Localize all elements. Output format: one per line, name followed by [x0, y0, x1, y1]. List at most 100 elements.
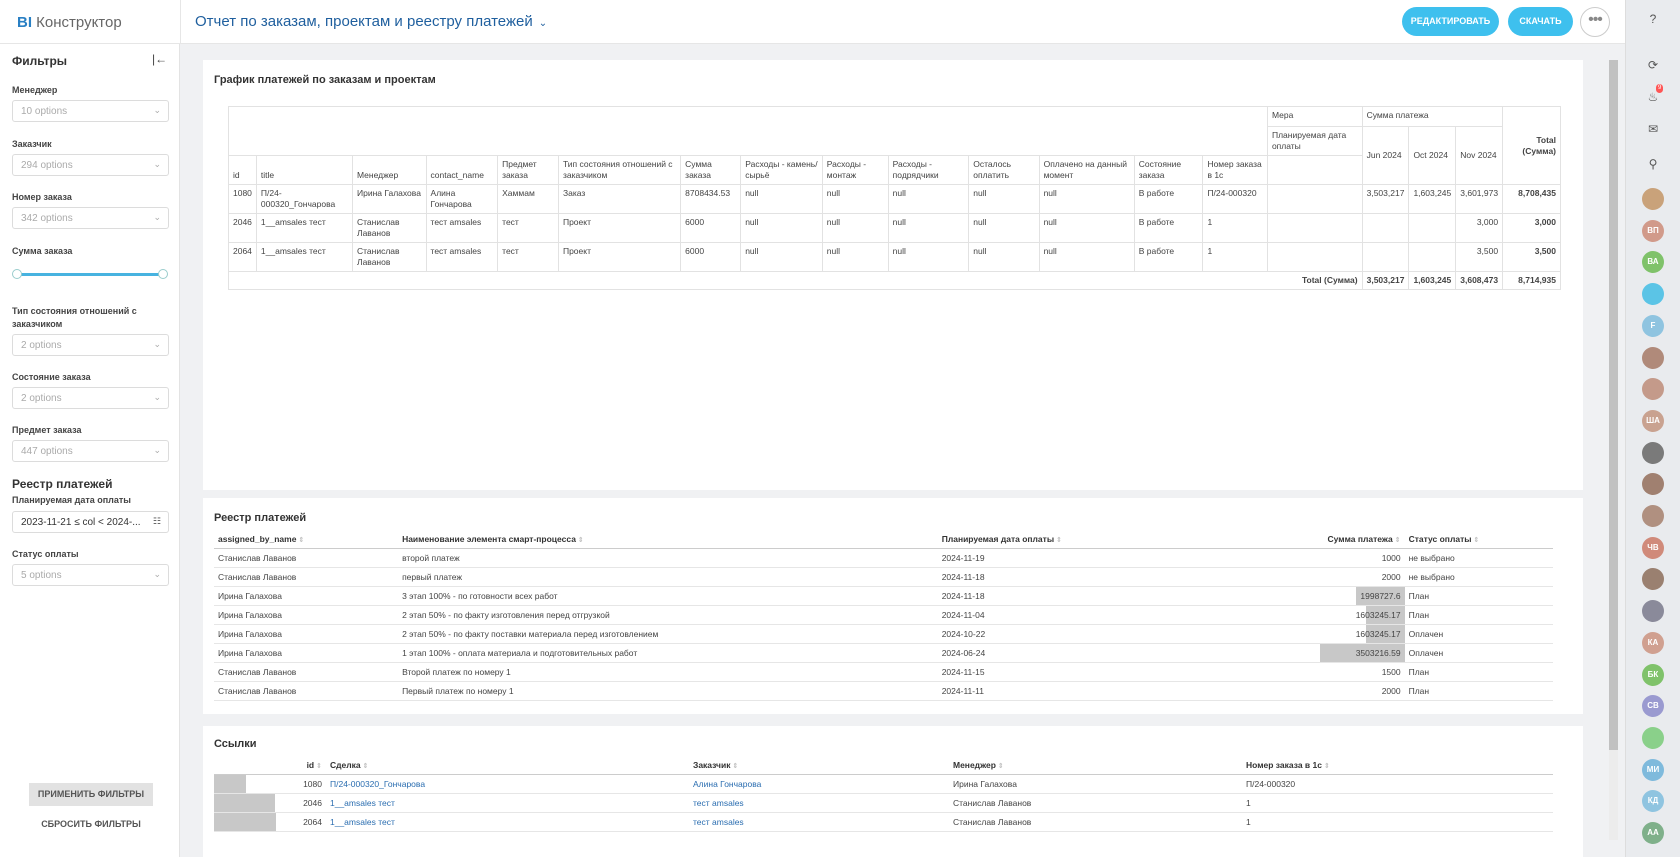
avatar[interactable]: [1642, 505, 1664, 527]
avatar[interactable]: [1642, 188, 1664, 210]
avatar[interactable]: [1642, 726, 1664, 749]
links-deal[interactable]: 1__amsales тест: [326, 812, 689, 832]
slider-min-handle[interactable]: [12, 269, 22, 279]
scrollbar-thumb[interactable]: [1609, 60, 1618, 750]
planned-date-input[interactable]: 2023-11-21 ≤ col < 2024-... ☷: [12, 511, 169, 533]
avatar[interactable]: [1642, 568, 1664, 591]
links-client[interactable]: тест amsales: [689, 812, 949, 832]
deal-link[interactable]: 1__amsales тест: [330, 798, 395, 808]
sort-icon[interactable]: ⇕: [1395, 537, 1401, 544]
relation-type-select[interactable]: 2 options ⌄: [12, 334, 169, 356]
order-state-select[interactable]: 2 options ⌄: [12, 387, 169, 409]
order-number-select[interactable]: 342 options ⌄: [12, 207, 169, 229]
registry-column-header[interactable]: assigned_by_name ⇕: [214, 530, 399, 549]
download-button[interactable]: СКАЧАТЬ: [1508, 7, 1573, 36]
pivot-cell: тест amsales: [425, 213, 499, 243]
deal-link[interactable]: 1__amsales тест: [330, 817, 395, 827]
registry-column-header[interactable]: Наименование элемента смарт-процесса ⇕: [398, 530, 938, 549]
logo[interactable]: BI Конструктор: [17, 14, 122, 31]
pivot-empty-cell: [1266, 155, 1363, 185]
links-column-header[interactable]: Менеджер ⇕: [949, 756, 1242, 775]
pivot-cell: Станислав Лаванов: [351, 242, 427, 272]
avatar[interactable]: ВП: [1642, 219, 1664, 242]
sort-icon[interactable]: ⇕: [1324, 763, 1330, 770]
avatar[interactable]: ЧВ: [1642, 536, 1664, 559]
sort-icon[interactable]: ⇕: [998, 763, 1004, 770]
pivot-cell: Алина Гончарова: [425, 184, 499, 214]
client-select[interactable]: 294 options ⌄: [12, 154, 169, 176]
avatar[interactable]: [1642, 473, 1664, 496]
registry-status: Оплачен: [1404, 624, 1553, 644]
chat-icon[interactable]: ✉: [1644, 120, 1662, 138]
sync-icon[interactable]: ⟳: [1644, 56, 1662, 74]
avatar[interactable]: [1642, 283, 1664, 306]
pivot-cell: null: [1038, 213, 1135, 243]
table-row: 1080 П/24-000320_Гончарова Алина Гончарова…: [214, 774, 1553, 794]
sort-icon[interactable]: ⇕: [298, 537, 304, 544]
avatar[interactable]: [1642, 600, 1664, 623]
registry-status: не выбрано: [1404, 567, 1553, 587]
sort-icon[interactable]: ⇕: [732, 763, 738, 770]
avatar[interactable]: [1642, 441, 1664, 464]
avatar[interactable]: КД: [1642, 790, 1664, 813]
payment-status-select[interactable]: 5 options ⌄: [12, 564, 169, 586]
avatar[interactable]: КА: [1642, 631, 1664, 654]
bell-icon[interactable]: ♨ 9: [1644, 84, 1664, 106]
sort-icon[interactable]: ⇕: [1474, 537, 1480, 544]
chevron-down-icon[interactable]: ⌄: [539, 18, 547, 29]
links-id: 2046: [214, 793, 326, 813]
more-options-icon[interactable]: •••: [1580, 7, 1610, 37]
registry-assignee: Станислав Лаванов: [214, 681, 399, 701]
sort-icon[interactable]: ⇕: [316, 763, 322, 770]
links-client[interactable]: Алина Гончарова: [689, 774, 949, 794]
apply-filters-button[interactable]: ПРИМЕНИТЬ ФИЛЬТРЫ: [29, 783, 153, 806]
pivot-month-value: 3,601,973: [1455, 184, 1504, 214]
avatar[interactable]: [1642, 378, 1664, 401]
registry-item: второй платеж: [398, 548, 938, 568]
pivot-grand-total: 8,714,935: [1502, 271, 1561, 290]
avatar[interactable]: [1642, 346, 1664, 369]
sort-icon[interactable]: ⇕: [1056, 537, 1062, 544]
client-link[interactable]: тест amsales: [693, 817, 744, 827]
avatar[interactable]: ША: [1642, 409, 1664, 432]
manager-select[interactable]: 10 options ⌄: [12, 100, 169, 122]
links-column-header[interactable]: Сделка ⇕: [326, 756, 689, 775]
pivot-column-header: id: [228, 155, 257, 185]
order-subject-select[interactable]: 447 options ⌄: [12, 440, 169, 462]
avatar[interactable]: СВ: [1642, 695, 1664, 718]
edit-button[interactable]: РЕДАКТИРОВАТЬ: [1402, 7, 1499, 36]
links-column-header[interactable]: Заказчик ⇕: [689, 756, 949, 775]
reset-filters-button[interactable]: СБРОСИТЬ ФИЛЬТРЫ: [29, 813, 153, 836]
registry-column-header[interactable]: Статус оплаты ⇕: [1404, 530, 1553, 549]
help-icon[interactable]: ?: [1644, 10, 1662, 28]
registry-date: 2024-10-22: [937, 624, 1267, 644]
avatar[interactable]: F: [1642, 314, 1664, 337]
links-column-header[interactable]: Номер заказа в 1с ⇕: [1242, 756, 1553, 775]
sort-icon[interactable]: ⇕: [578, 537, 584, 544]
links-deal[interactable]: П/24-000320_Гончарова: [326, 774, 689, 794]
vertical-scrollbar[interactable]: [1609, 60, 1618, 840]
collapse-sidebar-icon[interactable]: |←: [152, 52, 167, 66]
avatar[interactable]: ВА: [1642, 251, 1664, 274]
registry-column-header[interactable]: Планируемая дата оплаты ⇕: [937, 530, 1267, 549]
links-client[interactable]: тест amsales: [689, 793, 949, 813]
search-icon[interactable]: ⚲: [1644, 155, 1662, 173]
avatar[interactable]: МИ: [1642, 758, 1664, 781]
pivot-cell: 6000: [680, 242, 742, 272]
pivot-month-value: [1361, 213, 1410, 243]
dashboard-title[interactable]: Отчет по заказам, проектам и реестру пла…: [195, 13, 547, 30]
links-deal[interactable]: 1__amsales тест: [326, 793, 689, 813]
order-sum-slider[interactable]: [12, 269, 168, 279]
pivot-column-header: Состояние заказа: [1133, 155, 1204, 185]
avatar[interactable]: АА: [1642, 822, 1664, 844]
sort-icon[interactable]: ⇕: [363, 763, 369, 770]
client-link[interactable]: Алина Гончарова: [693, 779, 761, 789]
calendar-icon[interactable]: ☷: [153, 516, 161, 527]
links-column-header[interactable]: id ⇕: [214, 756, 326, 775]
filter-label-payment-status: Статус оплаты: [12, 549, 79, 559]
client-link[interactable]: тест amsales: [693, 798, 744, 808]
slider-max-handle[interactable]: [158, 269, 168, 279]
deal-link[interactable]: П/24-000320_Гончарова: [330, 779, 425, 789]
avatar[interactable]: БК: [1642, 663, 1664, 686]
registry-column-header[interactable]: Сумма платежа ⇕: [1266, 530, 1405, 549]
